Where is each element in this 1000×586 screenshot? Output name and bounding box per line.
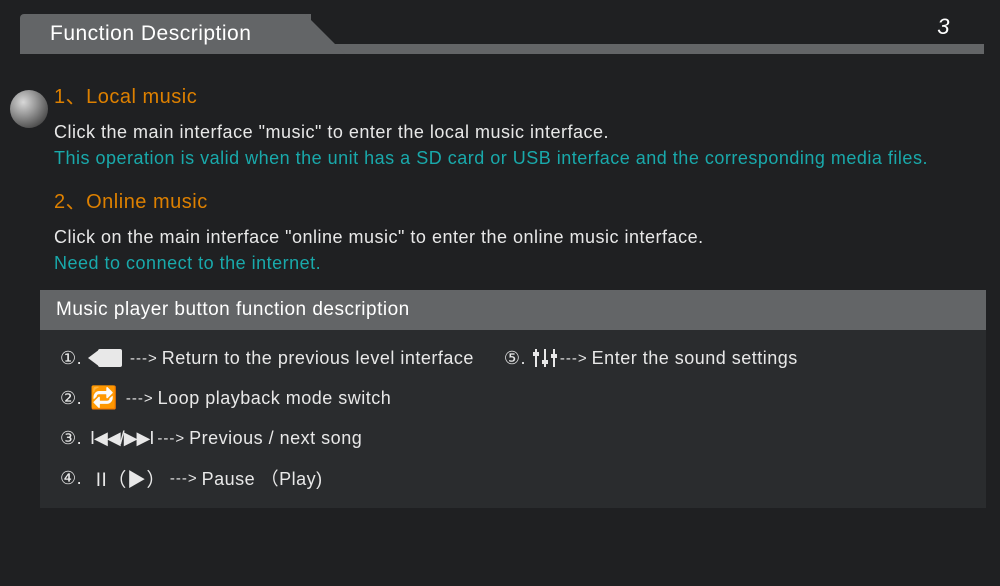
- arrow-glyph: --->: [157, 430, 185, 447]
- section-heading: 1、Local music: [54, 80, 960, 109]
- section-heading: 2、Online music: [54, 185, 960, 214]
- page-title-tab: Function Description: [20, 14, 311, 54]
- item-number: ②.: [60, 388, 88, 409]
- button-description-panel: Music player button function description…: [40, 290, 986, 508]
- header: Function Description 3: [0, 0, 1000, 54]
- section-local-music: 1、Local music Click the main interface "…: [54, 80, 960, 171]
- page-title: Function Description: [50, 22, 251, 46]
- prev-next-icon: I◀◀/▶▶I: [90, 428, 153, 449]
- arrow-glyph: --->: [170, 470, 198, 487]
- item-desc: Return to the previous level interface: [162, 348, 474, 369]
- decorative-knob: [10, 90, 48, 128]
- arrow-glyph: --->: [560, 350, 588, 367]
- back-icon: [88, 349, 128, 367]
- item-desc: Enter the sound settings: [592, 348, 798, 369]
- arrow-glyph: --->: [130, 350, 158, 367]
- item-desc: Loop playback mode switch: [158, 388, 392, 409]
- item-number: ①.: [60, 348, 88, 369]
- panel-body: ①. ---> Return to the previous level int…: [40, 330, 986, 508]
- item-desc: Previous / next song: [189, 428, 362, 449]
- panel-row-4: ④. II（▶） ---> Pause （Play): [60, 464, 976, 492]
- panel-title: Music player button function description: [40, 290, 986, 330]
- item-number: ⑤.: [504, 348, 532, 369]
- section-online-music: 2、Online music Click on the main interfa…: [54, 185, 960, 276]
- loop-icon: 🔁: [90, 385, 118, 411]
- panel-row-5: ⑤. --->: [504, 347, 798, 369]
- equalizer-icon: [532, 347, 558, 369]
- section-note: This operation is valid when the unit ha…: [54, 145, 960, 171]
- page-number: 3: [937, 14, 950, 40]
- pause-play-icon: II（▶）: [90, 465, 166, 492]
- item-desc: Pause （Play): [202, 465, 323, 491]
- item-number: ③.: [60, 428, 88, 449]
- section-body: Click the main interface "music" to ente…: [54, 119, 960, 145]
- panel-row-3: ③. I◀◀/▶▶I ---> Previous / next song: [60, 424, 976, 452]
- content-area: 1、Local music Click the main interface "…: [0, 54, 1000, 508]
- panel-row-2: ②. 🔁 ---> Loop playback mode switch: [60, 384, 976, 412]
- section-note: Need to connect to the internet.: [54, 250, 960, 276]
- panel-row-1: ①. ---> Return to the previous level int…: [60, 344, 976, 372]
- section-body: Click on the main interface "online musi…: [54, 224, 960, 250]
- arrow-glyph: --->: [126, 390, 154, 407]
- item-number: ④.: [60, 468, 88, 489]
